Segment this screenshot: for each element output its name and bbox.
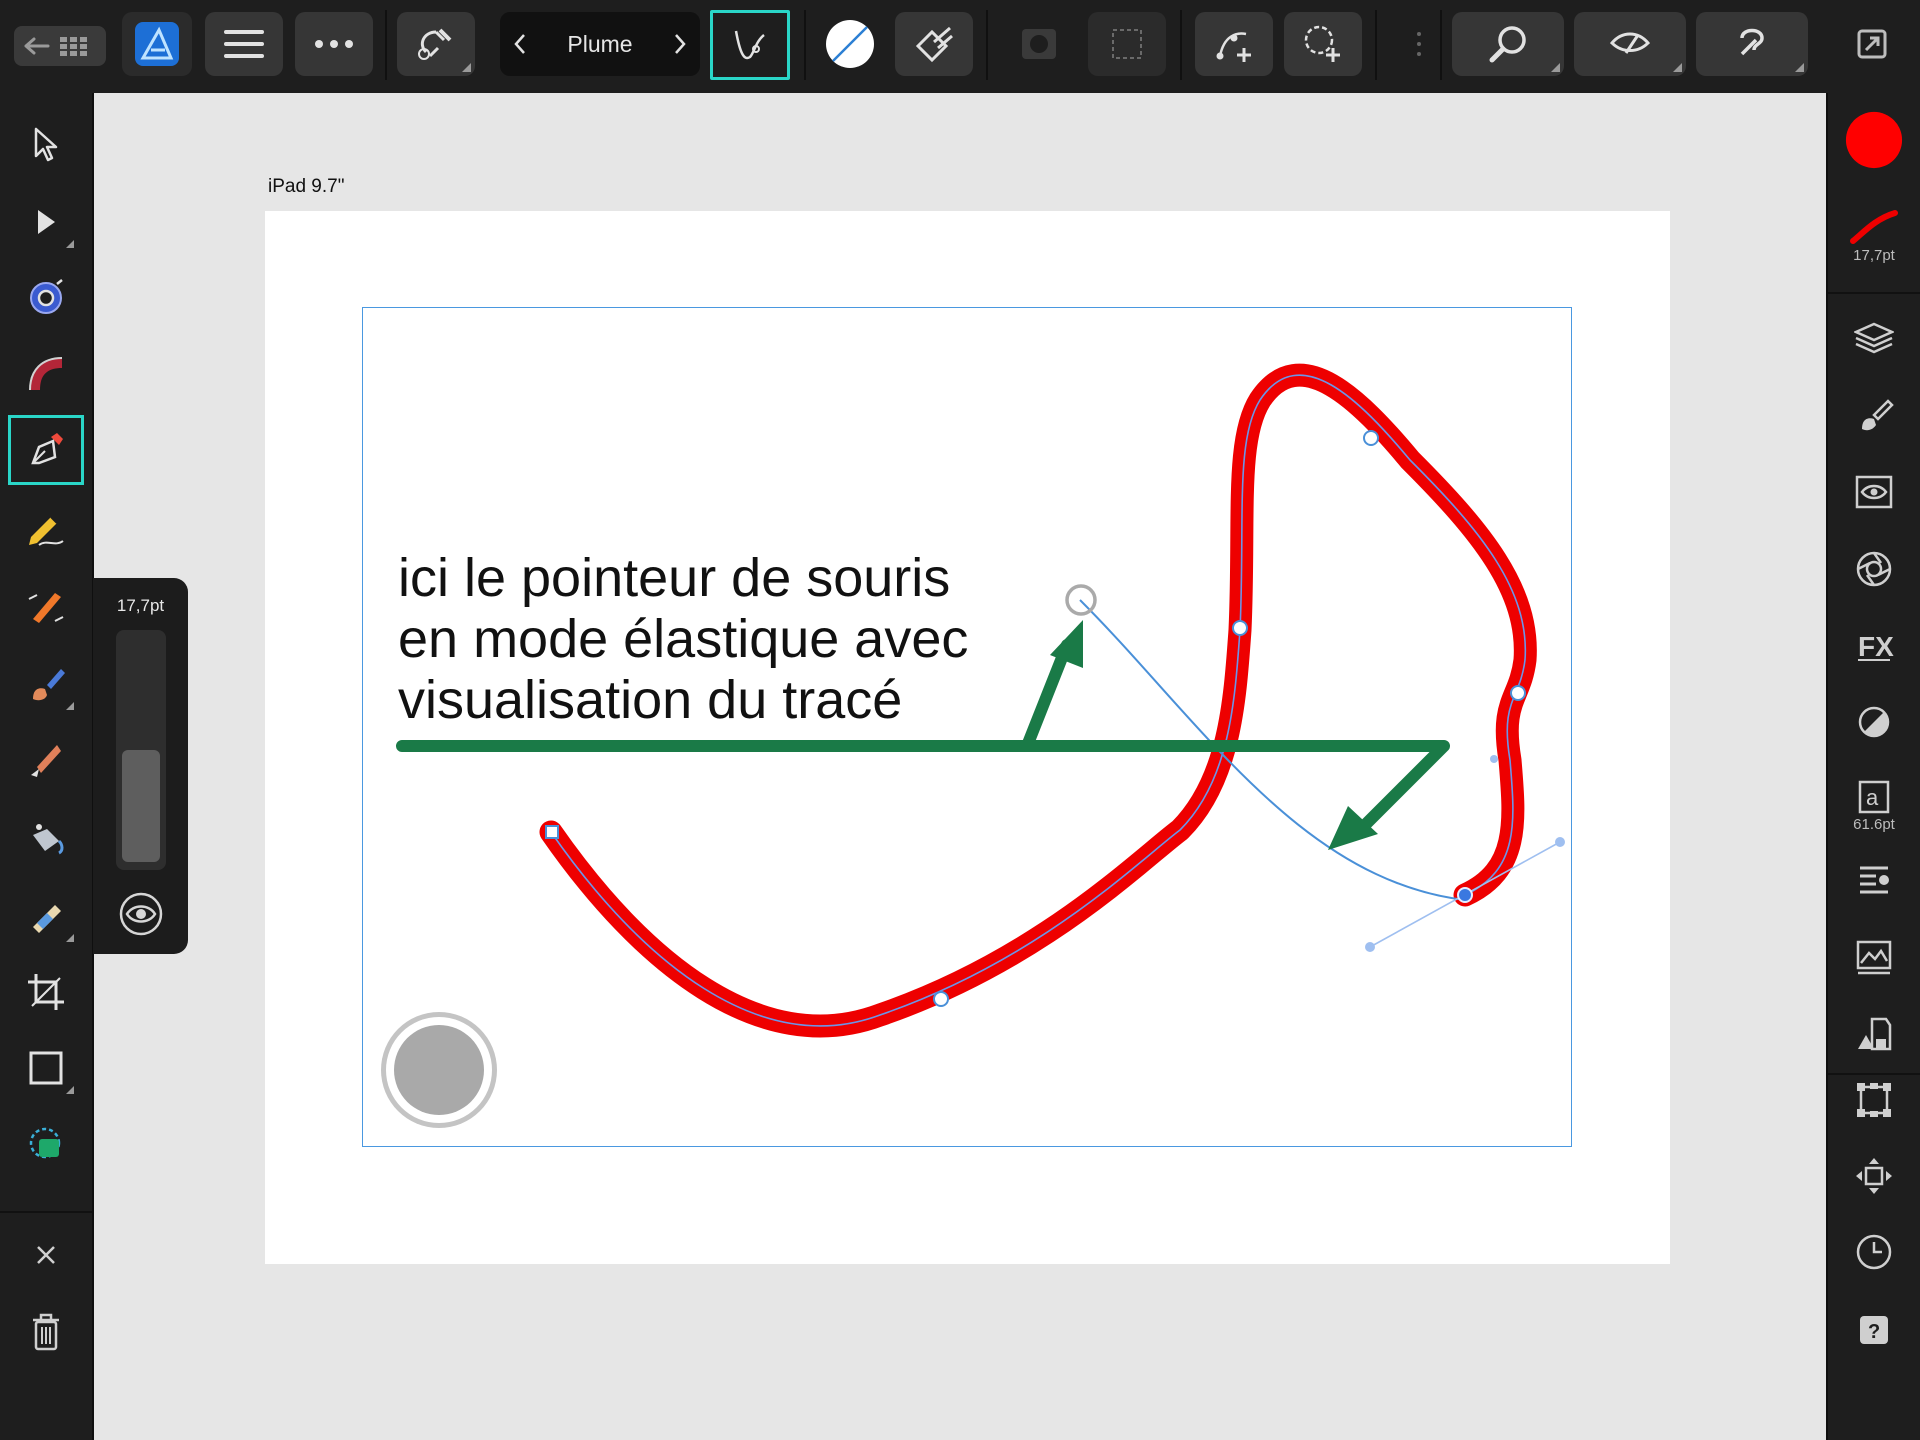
path-node[interactable] [1510, 685, 1526, 701]
path-node[interactable] [1232, 620, 1248, 636]
bezier-handle[interactable] [1555, 837, 1565, 847]
annotation-line-2: en mode élastique avec [398, 609, 969, 669]
annotation-text: ici le pointeur de souris en mode élasti… [398, 548, 1058, 731]
brush-size-value: 17,7pt [116, 596, 165, 615]
preview-toggle[interactable] [117, 890, 165, 938]
path-start-node[interactable] [545, 825, 559, 839]
modifier-button[interactable] [381, 1012, 497, 1128]
brush-size-popover: 17,7pt [93, 578, 188, 954]
path-node[interactable] [933, 991, 949, 1007]
brush-size-slider[interactable] [116, 630, 166, 870]
annotation-line-1: ici le pointeur de souris [398, 548, 951, 608]
annotation-line-3: visualisation du tracé [398, 670, 903, 730]
path-node[interactable] [1363, 430, 1379, 446]
bezier-handle[interactable] [1365, 942, 1375, 952]
bezier-handle[interactable] [1490, 755, 1498, 763]
path-end-node-selected[interactable] [1457, 887, 1473, 903]
eye-icon [119, 892, 163, 936]
brush-size-fill [122, 750, 160, 862]
modifier-button-inner [394, 1025, 484, 1115]
